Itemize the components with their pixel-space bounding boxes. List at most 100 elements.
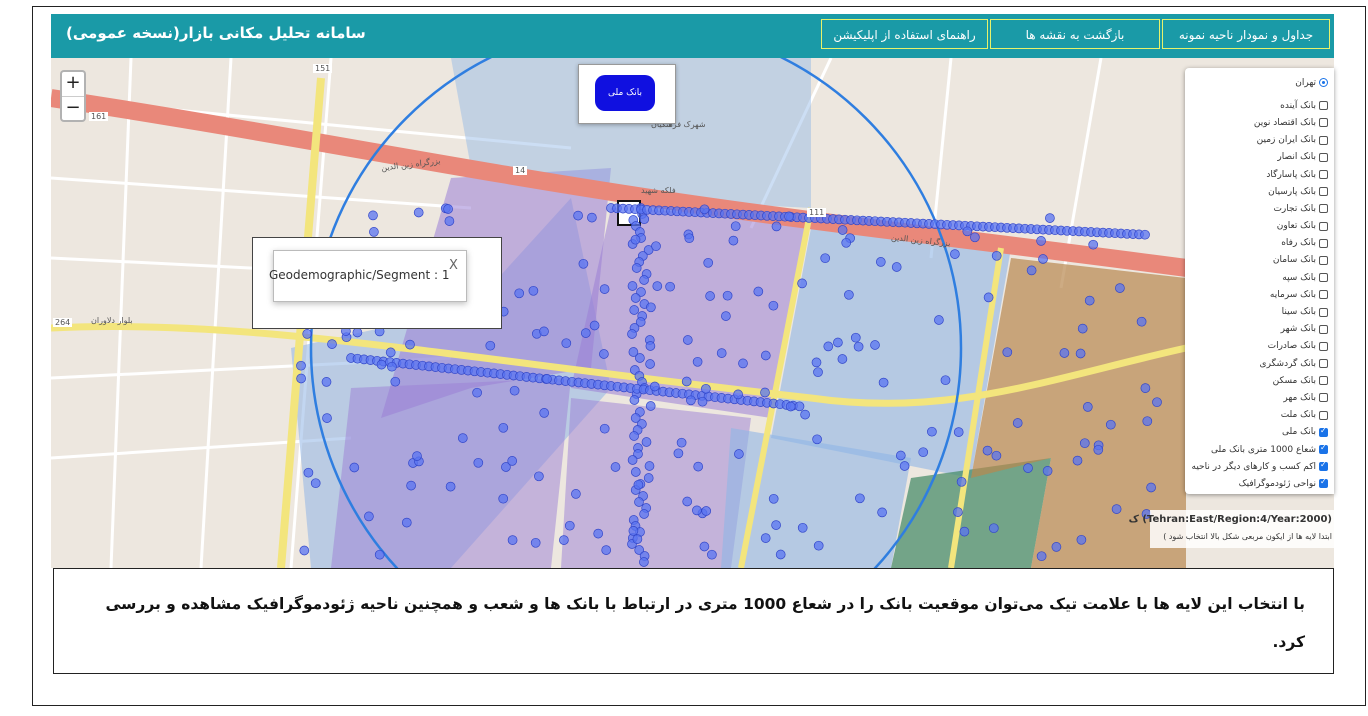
business-point[interactable] — [630, 293, 641, 303]
business-point[interactable] — [630, 467, 641, 477]
business-point[interactable] — [374, 549, 385, 560]
layer-item[interactable]: نواحی ژئودموگرافیک — [1185, 475, 1334, 492]
layer-item[interactable]: بانک سپه — [1185, 269, 1334, 286]
business-point[interactable] — [457, 433, 468, 443]
layer-item[interactable]: بانک رفاه — [1185, 235, 1334, 252]
business-point[interactable] — [686, 395, 696, 406]
business-point[interactable] — [639, 214, 650, 225]
business-point[interactable] — [697, 396, 708, 407]
business-point[interactable] — [1026, 265, 1037, 276]
business-point[interactable] — [303, 467, 314, 478]
checkbox-icon[interactable] — [1319, 410, 1328, 420]
business-point[interactable] — [701, 383, 711, 394]
business-point[interactable] — [1079, 438, 1090, 449]
radio-icon[interactable] — [1319, 78, 1328, 88]
business-point[interactable] — [587, 212, 597, 223]
layer-item[interactable]: بانک شهر — [1185, 321, 1334, 338]
business-point[interactable] — [646, 302, 656, 313]
business-point[interactable] — [498, 493, 509, 504]
business-point[interactable] — [1146, 482, 1156, 493]
checkbox-icon[interactable] — [1319, 170, 1328, 180]
business-point[interactable] — [707, 549, 717, 560]
business-point[interactable] — [539, 326, 549, 337]
business-point[interactable] — [1075, 348, 1086, 359]
business-point[interactable] — [628, 526, 639, 536]
business-point[interactable] — [631, 263, 642, 273]
business-point[interactable] — [1012, 418, 1023, 428]
checkbox-icon[interactable] — [1319, 341, 1328, 351]
business-point[interactable] — [734, 449, 744, 459]
business-point[interactable] — [681, 376, 692, 387]
business-point[interactable] — [633, 479, 644, 490]
business-point[interactable] — [1076, 534, 1087, 545]
business-point[interactable] — [599, 349, 609, 359]
business-point[interactable] — [641, 437, 652, 447]
layer-item[interactable]: بانک سامان — [1185, 252, 1334, 269]
checkbox-icon[interactable] — [1319, 101, 1328, 111]
business-point[interactable] — [627, 455, 638, 465]
business-point[interactable] — [991, 250, 1002, 261]
business-point[interactable] — [878, 377, 889, 388]
business-point[interactable] — [593, 528, 604, 539]
checkbox-icon[interactable] — [1319, 204, 1328, 214]
checkbox-icon[interactable] — [1319, 152, 1328, 162]
business-point[interactable] — [760, 387, 770, 398]
business-point[interactable] — [509, 385, 520, 396]
business-point[interactable] — [962, 226, 973, 237]
business-point[interactable] — [296, 373, 306, 384]
business-point[interactable] — [507, 535, 518, 545]
business-point[interactable] — [1042, 466, 1053, 476]
business-point[interactable] — [376, 359, 387, 370]
business-point[interactable] — [841, 237, 852, 248]
business-point[interactable] — [643, 473, 654, 483]
business-point[interactable] — [733, 389, 743, 400]
checkbox-icon[interactable] — [1319, 443, 1328, 455]
business-point[interactable] — [703, 257, 714, 268]
layer-item[interactable]: بانک آینده — [1185, 97, 1334, 114]
business-point[interactable] — [682, 335, 693, 345]
checkbox-icon[interactable] — [1319, 460, 1328, 472]
business-point[interactable] — [1093, 444, 1104, 455]
business-point[interactable] — [891, 262, 902, 272]
business-point[interactable] — [645, 359, 655, 369]
business-point[interactable] — [797, 522, 808, 533]
bank-name-button[interactable]: بانک ملی — [595, 75, 655, 111]
checkbox-icon[interactable] — [1319, 376, 1328, 386]
business-point[interactable] — [627, 329, 637, 339]
business-point[interactable] — [369, 227, 379, 237]
layer-item[interactable]: بانک پاسارگاد — [1185, 166, 1334, 183]
business-point[interactable] — [645, 341, 656, 351]
business-point[interactable] — [785, 401, 796, 412]
business-point[interactable] — [401, 517, 412, 528]
checkbox-icon[interactable] — [1319, 393, 1328, 403]
business-point[interactable] — [953, 427, 964, 437]
business-point[interactable] — [302, 329, 313, 339]
business-point[interactable] — [1140, 383, 1151, 393]
layer-item[interactable]: بانک گردشگری — [1185, 355, 1334, 372]
business-point[interactable] — [1002, 347, 1013, 358]
business-point[interactable] — [390, 376, 401, 387]
layer-item[interactable]: بانک سرمایه — [1185, 286, 1334, 303]
business-point[interactable] — [953, 507, 963, 517]
business-point[interactable] — [1088, 239, 1099, 250]
business-point[interactable] — [473, 457, 484, 468]
business-point[interactable] — [599, 423, 610, 434]
business-point[interactable] — [983, 292, 994, 303]
business-point[interactable] — [950, 249, 960, 259]
business-point[interactable] — [1115, 283, 1125, 293]
business-point[interactable] — [738, 358, 748, 369]
business-point[interactable] — [472, 387, 482, 398]
business-point[interactable] — [542, 374, 552, 384]
business-point[interactable] — [649, 381, 660, 392]
business-point[interactable] — [601, 545, 612, 555]
close-icon[interactable]: X — [449, 258, 458, 273]
checkbox-icon[interactable] — [1319, 477, 1328, 489]
business-point[interactable] — [1059, 348, 1070, 358]
business-point[interactable] — [768, 300, 779, 311]
business-point[interactable] — [385, 347, 396, 358]
business-point[interactable] — [730, 221, 741, 232]
business-point[interactable] — [812, 434, 822, 445]
business-point[interactable] — [699, 541, 710, 552]
business-point[interactable] — [310, 478, 321, 489]
business-point[interactable] — [561, 338, 572, 349]
